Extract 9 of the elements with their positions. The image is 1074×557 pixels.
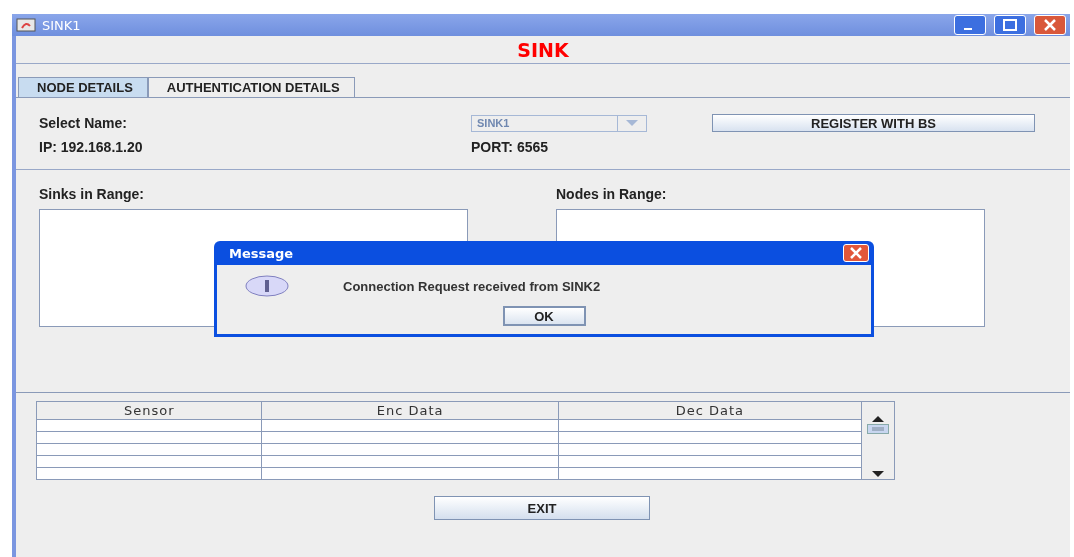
sinks-label: Sinks in Range: bbox=[39, 186, 146, 202]
ip-label: IP: 192.168.1.20 bbox=[39, 139, 144, 155]
dialog-message: Connection Request received from SINK2 bbox=[343, 278, 601, 294]
nodes-label: Nodes in Range: bbox=[556, 186, 668, 202]
select-name-label: Select Name: bbox=[39, 115, 128, 131]
window-title: SINK1 bbox=[42, 17, 82, 33]
app-heading: SINK bbox=[16, 36, 1070, 64]
dialog-title: Message bbox=[229, 245, 294, 261]
port-label: PORT: 6565 bbox=[471, 139, 549, 155]
